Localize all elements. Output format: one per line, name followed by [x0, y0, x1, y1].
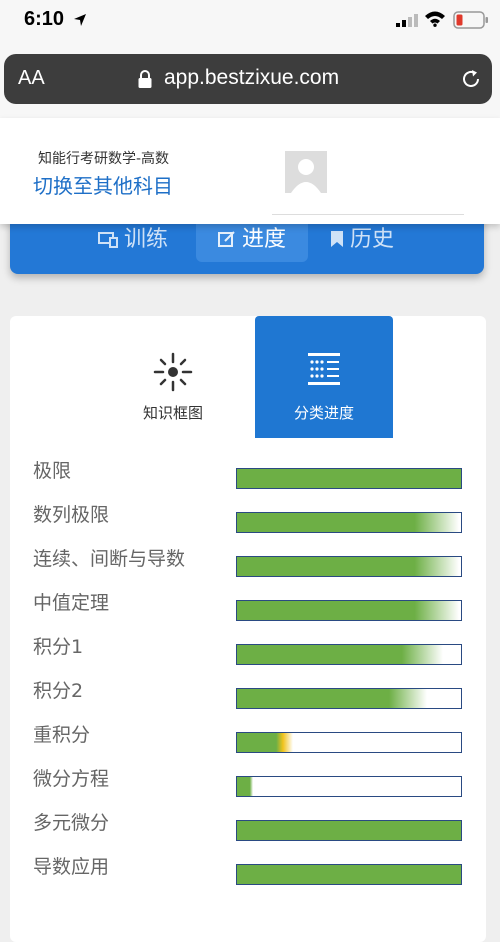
monitor-icon: [98, 232, 118, 248]
progress-row-label: 数列极限: [33, 504, 110, 526]
progress-row[interactable]: 积分2: [10, 678, 486, 722]
progress-bar: [236, 732, 462, 753]
progress-bar-fill: [237, 469, 461, 488]
progress-row[interactable]: 重积分: [10, 722, 486, 766]
tab-knowledge-map[interactable]: 知识框图: [104, 316, 242, 438]
progress-bar: [236, 820, 462, 841]
subject-menu: 知能行考研数学-高数 切换至其他科目: [0, 118, 500, 224]
progress-row-label: 积分2: [33, 680, 84, 702]
progress-bar-fill: [237, 821, 461, 840]
cellular-signal-icon: [396, 14, 418, 27]
progress-row[interactable]: 微分方程: [10, 766, 486, 810]
list-grid-icon: [308, 353, 340, 385]
progress-row[interactable]: 极限: [10, 458, 486, 502]
battery-low-icon: [453, 11, 488, 29]
progress-bar: [236, 468, 462, 489]
progress-bar-fill: [237, 777, 253, 796]
progress-bar: [236, 644, 462, 665]
tab-category-progress[interactable]: 分类进度: [255, 316, 393, 438]
progress-row-label: 中值定理: [33, 592, 110, 614]
progress-row[interactable]: 连续、间断与导数: [10, 546, 486, 590]
progress-row-label: 极限: [33, 460, 72, 482]
progress-row[interactable]: 多元微分: [10, 810, 486, 854]
progress-row-label: 导数应用: [33, 856, 110, 878]
progress-row[interactable]: 导数应用: [10, 854, 486, 898]
reader-text-size-button[interactable]: AA: [18, 67, 45, 90]
lock-icon: [138, 70, 152, 88]
wifi-icon: [425, 11, 445, 27]
progress-bar: [236, 688, 462, 709]
subject-name: 知能行考研数学-高数: [38, 151, 170, 167]
progress-bar: [236, 776, 462, 797]
browser-toolbar: AA app.bestzixue.com: [0, 44, 500, 118]
progress-row[interactable]: 积分1: [10, 634, 486, 678]
progress-row-label: 重积分: [33, 724, 91, 746]
tab-progress-label: 进度: [241, 227, 286, 252]
progress-bar-fill: [237, 557, 459, 576]
watermark: 知乎 @唯二: [412, 915, 487, 931]
tab-knowledge-map-label: 知识框图: [142, 404, 203, 422]
framework-icon: [153, 352, 193, 392]
location-arrow-icon: [74, 14, 86, 26]
bookmark-icon: [331, 231, 343, 247]
progress-bar-fill: [237, 865, 461, 884]
progress-bar-fill: [237, 733, 293, 752]
address-bar[interactable]: AA app.bestzixue.com: [4, 54, 492, 104]
progress-bar: [236, 600, 462, 621]
progress-bar-fill: [237, 645, 444, 664]
progress-row-label: 微分方程: [33, 768, 110, 790]
reload-icon[interactable]: [459, 67, 483, 91]
progress-bar-fill: [237, 689, 428, 708]
tab-training-label: 训练: [124, 227, 169, 252]
progress-bar: [236, 556, 462, 577]
url-text[interactable]: app.bestzixue.com: [164, 66, 339, 90]
progress-card: 知识框图 分类进度 极限数列极限连续、间断与导数 中值定理积分1 积分2 重积分微分方…: [10, 316, 486, 942]
progress-row-label: 连续、间断与导数: [33, 548, 186, 570]
progress-row-label: 积分1: [33, 636, 84, 658]
tab-history-label: 历史: [350, 227, 395, 252]
tab-category-progress-label: 分类进度: [293, 404, 354, 422]
progress-row[interactable]: 中值定理: [10, 590, 486, 634]
divider: [272, 214, 464, 215]
progress-row-label: 多元微分: [33, 812, 110, 834]
progress-bar-fill: [237, 601, 459, 620]
switch-subject-link[interactable]: 切换至其他科目: [33, 170, 173, 199]
avatar[interactable]: [285, 151, 327, 193]
status-bar: 6:10: [0, 0, 500, 44]
user-icon: [291, 159, 321, 193]
progress-bar: [236, 864, 462, 885]
status-time: 6:10: [24, 8, 65, 30]
progress-bar-fill: [237, 513, 459, 532]
progress-bar: [236, 512, 462, 533]
progress-row[interactable]: 数列极限: [10, 502, 486, 546]
edit-icon: [217, 231, 235, 247]
